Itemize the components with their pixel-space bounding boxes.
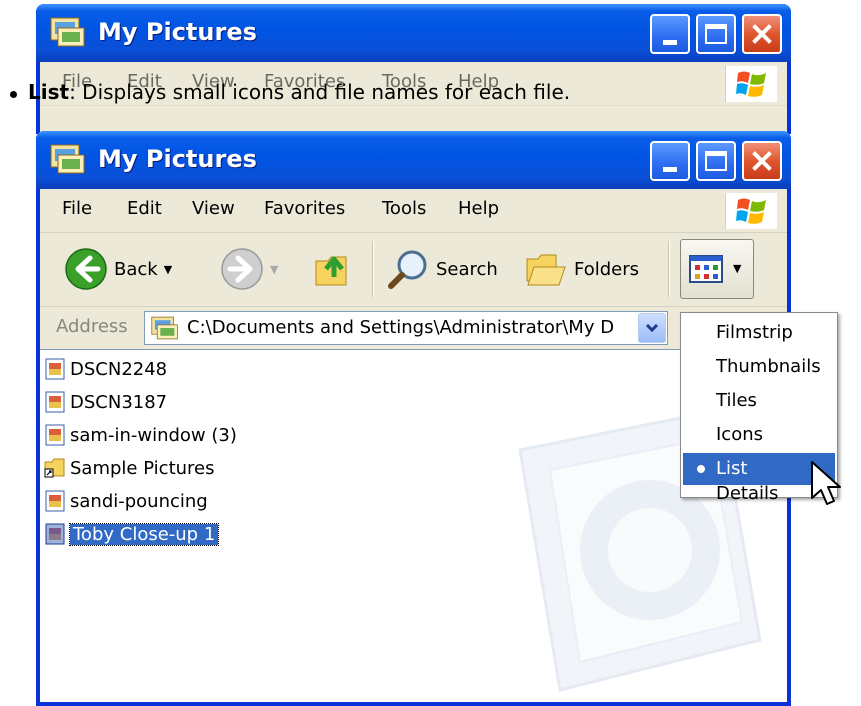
views-icon — [689, 255, 723, 283]
view-option-label: Tiles — [716, 390, 757, 411]
list-item[interactable]: DSCN3187 — [44, 387, 167, 417]
client-area: File Edit View Favorites Tools Help Back… — [40, 189, 787, 702]
background-maximize-button[interactable] — [696, 14, 736, 54]
back-arrow-icon — [65, 248, 107, 290]
minimize-button[interactable] — [650, 141, 690, 181]
up-folder-icon — [315, 256, 347, 286]
address-value: C:\Documents and Settings\Administrator\… — [187, 317, 615, 338]
views-button[interactable]: ▼ — [680, 239, 754, 299]
list-item[interactable]: Sample Pictures — [44, 453, 215, 483]
image-file-icon — [45, 358, 65, 380]
windows-flag-icon — [736, 198, 766, 224]
background-windows-logo — [725, 66, 777, 102]
my-pictures-window: My Pictures File Edit View Favorites Too… — [36, 131, 791, 706]
menu-bar: File Edit View Favorites Tools Help — [40, 189, 787, 233]
file-name: DSCN3187 — [70, 391, 168, 413]
radio-bullet-icon — [697, 465, 705, 473]
my-pictures-icon — [50, 17, 85, 47]
views-dropdown-arrow-icon: ▼ — [733, 262, 742, 275]
background-minimize-button[interactable] — [650, 14, 690, 54]
folder-shortcut-icon — [44, 458, 65, 478]
back-button[interactable]: Back ▼ — [64, 245, 172, 293]
folders-icon — [526, 254, 566, 286]
view-option-label: Thumbnails — [716, 356, 821, 377]
menu-tools[interactable]: Tools — [382, 198, 426, 219]
view-option-label: Icons — [716, 424, 764, 445]
bullet-icon — [10, 91, 17, 98]
mouse-cursor-icon — [811, 461, 841, 505]
window-title: My Pictures — [98, 145, 257, 173]
toolbar-separator — [372, 241, 374, 297]
file-name: sam-in-window (3) — [70, 424, 237, 446]
view-option-filmstrip[interactable]: Filmstrip — [683, 317, 835, 349]
up-folder-button[interactable] — [312, 245, 354, 293]
menu-file[interactable]: File — [62, 198, 92, 219]
toolbar-separator — [668, 241, 670, 297]
file-name: DSCN2248 — [70, 358, 168, 380]
my-pictures-folder-icon — [151, 316, 178, 340]
view-option-label: Filmstrip — [716, 322, 793, 343]
menu-help[interactable]: Help — [458, 198, 499, 219]
menu-favorites[interactable]: Favorites — [264, 198, 345, 219]
windows-logo — [725, 193, 777, 229]
background-window-title: My Pictures — [98, 18, 257, 46]
view-option-label: List — [716, 458, 748, 479]
back-dropdown-arrow-icon[interactable]: ▼ — [164, 263, 172, 276]
view-option-label: Details — [716, 483, 779, 504]
file-list-pane[interactable]: DSCN2248 DSCN3187 sam-in-window (3) Samp… — [40, 349, 787, 702]
image-file-icon — [45, 523, 65, 545]
address-label: Address — [56, 316, 128, 337]
view-option-thumbnails[interactable]: Thumbnails — [683, 351, 835, 383]
folders-label: Folders — [574, 258, 640, 280]
menu-edit[interactable]: Edit — [127, 198, 162, 219]
list-item[interactable]: sandi-pouncing — [44, 486, 208, 516]
background-close-button[interactable] — [742, 14, 782, 54]
file-name: sandi-pouncing — [70, 490, 208, 512]
image-file-icon — [45, 391, 65, 413]
search-icon — [388, 250, 427, 289]
back-label: Back — [114, 258, 158, 280]
close-button[interactable] — [742, 141, 782, 181]
chevron-down-icon — [645, 323, 659, 333]
search-button[interactable]: Search — [386, 245, 498, 293]
address-input[interactable]: C:\Documents and Settings\Administrator\… — [144, 311, 668, 345]
address-dropdown-button[interactable] — [638, 313, 666, 343]
list-item[interactable]: sam-in-window (3) — [44, 420, 237, 450]
view-option-icons[interactable]: Icons — [683, 419, 835, 451]
caption-term: List — [28, 80, 70, 104]
title-bar[interactable]: My Pictures — [36, 131, 791, 189]
list-view-caption: List: Displays small icons and file name… — [10, 80, 571, 104]
view-option-tiles[interactable]: Tiles — [683, 385, 835, 417]
forward-button[interactable]: ▼ — [220, 245, 278, 293]
address-bar: Address C:\Documents and Settings\Admini… — [40, 307, 787, 349]
standard-toolbar: Back ▼ ▼ Search Folders ▼ — [40, 233, 787, 307]
caption-description: : Displays small icons and file names fo… — [69, 80, 571, 104]
list-item[interactable]: DSCN2248 — [44, 354, 167, 384]
folders-button[interactable]: Folders — [524, 245, 639, 293]
search-label: Search — [436, 258, 498, 280]
maximize-button[interactable] — [696, 141, 736, 181]
background-title-bar[interactable]: My Pictures — [36, 4, 791, 62]
file-name: Sample Pictures — [70, 457, 215, 479]
image-file-icon — [45, 424, 65, 446]
list-item-selected[interactable]: Toby Close-up 1 — [44, 519, 220, 549]
close-icon — [752, 151, 772, 171]
menu-view[interactable]: View — [192, 198, 235, 219]
my-pictures-icon — [50, 144, 85, 174]
background-window: My Pictures File Edit View Favorites Too… — [36, 4, 791, 134]
file-name: Toby Close-up 1 — [68, 522, 220, 546]
windows-flag-icon — [736, 71, 766, 97]
forward-dropdown-arrow-icon[interactable]: ▼ — [270, 263, 278, 276]
forward-arrow-icon — [221, 248, 263, 290]
image-file-icon — [45, 490, 65, 512]
